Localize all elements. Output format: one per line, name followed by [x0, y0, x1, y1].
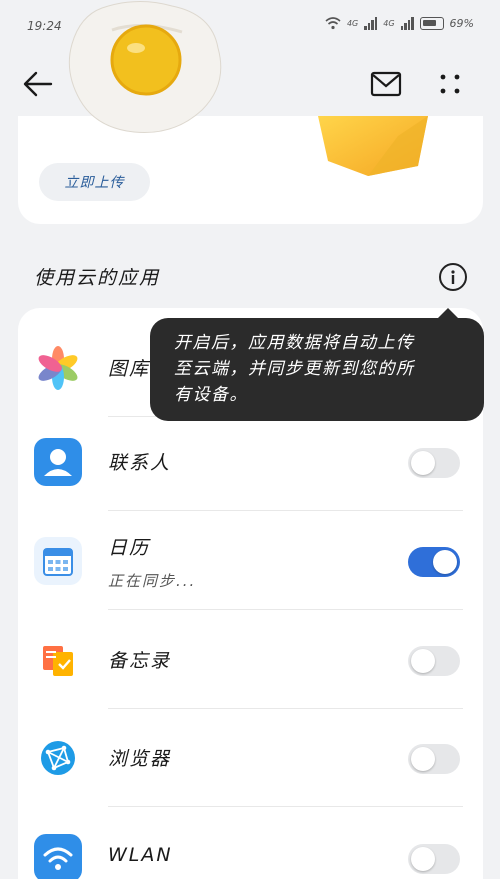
network-label-2: 4G	[383, 18, 395, 28]
notes-icon	[34, 636, 82, 684]
wlan-icon	[34, 834, 82, 879]
section-title: 使用云的应用	[34, 267, 161, 289]
signal-icon-2	[400, 16, 414, 30]
status-time: 19:24	[27, 19, 62, 33]
app-label: 联系人	[108, 452, 172, 474]
toggle-knob	[411, 847, 435, 871]
wlan-toggle[interactable]	[408, 844, 460, 874]
app-label: 浏览器	[108, 748, 172, 770]
calendar-toggle[interactable]	[408, 547, 460, 577]
app-label: 图库	[108, 358, 151, 380]
more-button[interactable]	[430, 64, 470, 104]
tooltip-line-2: 至云端，并同步更新到您的所	[174, 359, 415, 379]
browser-icon	[34, 734, 82, 782]
app-label: 备忘录	[108, 650, 172, 672]
contacts-toggle[interactable]	[408, 448, 460, 478]
sync-status: 正在同步...	[108, 572, 197, 590]
upload-now-button[interactable]: 立即上传	[39, 163, 150, 201]
toggle-knob	[411, 649, 435, 673]
info-icon	[451, 270, 455, 284]
list-item-wlan: WLAN	[18, 808, 483, 879]
status-icons: 4G 4G 69%	[325, 16, 474, 30]
arrow-left-icon	[23, 71, 53, 97]
list-item-calendar: 日历 正在同步...	[18, 511, 483, 610]
fried-egg-sticker	[68, 0, 222, 134]
battery-level: 69%	[449, 16, 474, 30]
info-button[interactable]	[439, 263, 467, 291]
app-label: WLAN	[108, 844, 173, 866]
mail-icon	[370, 71, 402, 97]
mail-button[interactable]	[366, 64, 406, 104]
battery-icon	[419, 16, 444, 30]
app-label: 日历	[108, 537, 151, 559]
browser-toggle[interactable]	[408, 744, 460, 774]
back-button[interactable]	[18, 64, 58, 104]
notes-toggle[interactable]	[408, 646, 460, 676]
more-icon	[440, 74, 460, 94]
list-item-contacts: 联系人	[18, 412, 483, 511]
gallery-icon	[34, 344, 82, 392]
toggle-knob	[433, 550, 457, 574]
network-label-1: 4G	[346, 18, 359, 28]
contacts-icon	[34, 438, 82, 486]
wifi-icon	[325, 16, 341, 29]
signal-icon-1	[364, 16, 378, 30]
calendar-icon	[34, 537, 82, 585]
divider	[108, 806, 463, 807]
toggle-knob	[411, 747, 435, 771]
toggle-knob	[411, 451, 435, 475]
tooltip-line-1: 开启后，应用数据将自动上传	[174, 333, 415, 353]
tooltip-line-3: 有设备。	[174, 385, 248, 405]
folder-illustration	[318, 116, 428, 176]
list-item-notes: 备忘录	[18, 610, 483, 709]
list-item-browser: 浏览器	[18, 708, 483, 807]
info-tooltip: 开启后，应用数据将自动上传 至云端，并同步更新到您的所 有设备。	[150, 308, 484, 421]
